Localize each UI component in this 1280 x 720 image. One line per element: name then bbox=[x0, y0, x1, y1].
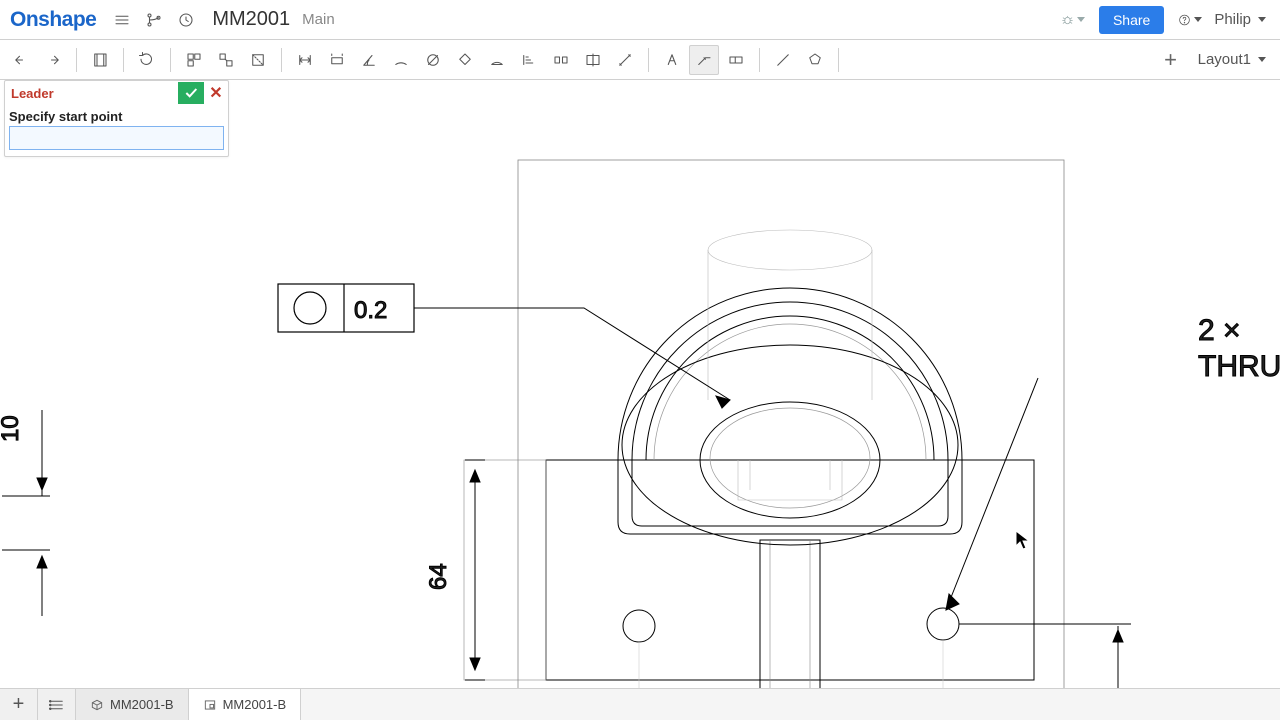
linear-dim-button[interactable] bbox=[322, 45, 352, 75]
projected-view-button[interactable] bbox=[211, 45, 241, 75]
history-icon[interactable] bbox=[174, 8, 198, 32]
centerline-button[interactable] bbox=[578, 45, 608, 75]
undo-button[interactable] bbox=[6, 45, 36, 75]
baseline-dim-button[interactable] bbox=[514, 45, 544, 75]
arc-dim-button[interactable] bbox=[386, 45, 416, 75]
share-button[interactable]: Share bbox=[1099, 6, 1164, 34]
panel-title: Leader bbox=[5, 86, 178, 101]
hamburger-icon[interactable] bbox=[110, 8, 134, 32]
insert-view-button[interactable] bbox=[179, 45, 209, 75]
dimension-button[interactable] bbox=[290, 45, 320, 75]
dim-64: 64 bbox=[425, 563, 452, 590]
cancel-button[interactable]: ✕ bbox=[204, 82, 228, 104]
help-icon[interactable] bbox=[1178, 8, 1202, 32]
workspace-label[interactable]: Main bbox=[302, 11, 335, 28]
leader-coord-input[interactable] bbox=[9, 126, 224, 150]
separator bbox=[76, 48, 77, 72]
partstudio-icon bbox=[90, 698, 104, 712]
sheet-button[interactable] bbox=[85, 45, 115, 75]
tab-drawing[interactable]: MM2001-B bbox=[189, 689, 302, 720]
layout-selector[interactable]: Layout1 bbox=[1190, 51, 1274, 68]
panel-prompt: Specify start point bbox=[5, 105, 228, 126]
dim-10: 10 bbox=[0, 415, 24, 442]
bug-icon[interactable] bbox=[1061, 8, 1085, 32]
drawing-toolbar: + Layout1 bbox=[0, 40, 1280, 80]
centermark-button[interactable] bbox=[610, 45, 640, 75]
redo-button[interactable] bbox=[38, 45, 68, 75]
confirm-button[interactable] bbox=[178, 82, 204, 104]
line-button[interactable] bbox=[768, 45, 798, 75]
tab-partstudio[interactable]: MM2001-B bbox=[76, 689, 189, 720]
polygon-button[interactable] bbox=[800, 45, 830, 75]
drawing-icon bbox=[203, 698, 217, 712]
user-menu[interactable]: Philip bbox=[1206, 11, 1274, 28]
diameter-dim-button[interactable] bbox=[418, 45, 448, 75]
document-title[interactable]: MM2001 bbox=[212, 8, 290, 31]
separator bbox=[281, 48, 282, 72]
separator bbox=[648, 48, 649, 72]
note-2x: 2 × bbox=[1198, 314, 1241, 347]
title-bar: Onshape MM2001 Main Share Philip bbox=[0, 0, 1280, 40]
leader-button[interactable] bbox=[689, 45, 719, 75]
ordinate-dim-button[interactable] bbox=[482, 45, 512, 75]
radius-dim-button[interactable] bbox=[450, 45, 480, 75]
tolerance-value: 0.2 bbox=[354, 297, 387, 324]
tab-label: MM2001-B bbox=[110, 697, 174, 712]
note-button[interactable] bbox=[657, 45, 687, 75]
add-tab-button[interactable]: + bbox=[0, 689, 38, 720]
note-thru: THRU bbox=[1198, 350, 1280, 383]
chain-dim-button[interactable] bbox=[546, 45, 576, 75]
tab-label: MM2001-B bbox=[223, 697, 287, 712]
tab-strip: + MM2001-B MM2001-B bbox=[0, 688, 1280, 720]
separator bbox=[123, 48, 124, 72]
section-view-button[interactable] bbox=[243, 45, 273, 75]
angular-dim-button[interactable] bbox=[354, 45, 384, 75]
drawing-canvas[interactable]: 0.2 2 × THRU 64 10 bbox=[0, 80, 1280, 688]
onshape-logo[interactable]: Onshape bbox=[10, 8, 96, 32]
branch-icon[interactable] bbox=[142, 8, 166, 32]
gtol-button[interactable] bbox=[721, 45, 751, 75]
user-name: Philip bbox=[1214, 11, 1251, 28]
leader-command-panel: Leader ✕ Specify start point bbox=[4, 80, 229, 157]
tab-list-button[interactable] bbox=[38, 689, 76, 720]
separator bbox=[838, 48, 839, 72]
update-view-button[interactable] bbox=[132, 45, 162, 75]
separator bbox=[170, 48, 171, 72]
separator bbox=[759, 48, 760, 72]
add-button[interactable]: + bbox=[1156, 45, 1186, 75]
